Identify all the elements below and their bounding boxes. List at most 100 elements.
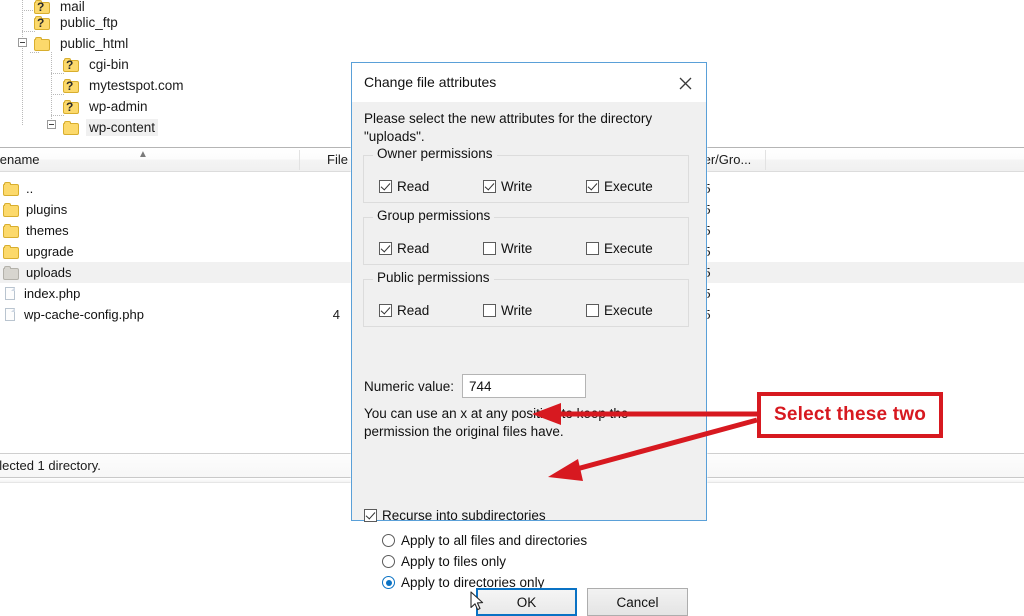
file-name-label: plugins (26, 202, 68, 217)
public-permissions-group: Public permissions Read Write Execute (363, 270, 689, 327)
folder-icon: ? (3, 265, 20, 280)
folder-icon: ? (3, 202, 20, 217)
checkbox-group-execute[interactable]: Execute (586, 241, 653, 256)
file-icon (3, 286, 18, 301)
folder-icon: ? (3, 223, 20, 238)
radio-apply-to-all-files-and-directories[interactable]: Apply to all files and directories (382, 530, 587, 551)
checkbox-box[interactable] (364, 509, 377, 522)
radio-button[interactable] (382, 576, 395, 589)
folder-icon: ? (63, 120, 80, 135)
file-name-cell: ? plugins (3, 202, 67, 217)
checkbox-box[interactable] (586, 304, 599, 317)
dialog-body: Please select the new attributes for the… (352, 102, 706, 616)
checkbox-public-write[interactable]: Write (483, 303, 532, 318)
file-name-cell: index.php (3, 286, 80, 301)
checkbox-box[interactable] (379, 242, 392, 255)
tree-item-label: cgi-bin (89, 57, 129, 72)
numeric-value-row: Numeric value: (364, 374, 587, 398)
status-bar-text: elected 1 directory. (0, 458, 101, 473)
directory-tree[interactable]: ? mail ? public_ftp ? public_html ? cgi-… (0, 0, 340, 140)
file-name-cell: ? uploads (3, 265, 72, 280)
tree-item-cgi-bin[interactable]: ? cgi-bin (63, 54, 132, 75)
folder-unknown-icon: ? (34, 15, 51, 30)
checkbox-box[interactable] (379, 304, 392, 317)
checkbox-public-execute[interactable]: Execute (586, 303, 653, 318)
tree-expander-public-html[interactable] (18, 38, 27, 47)
public-permissions-row: Read Write Execute (364, 303, 688, 323)
tree-item-label: wp-content (86, 119, 159, 136)
checkbox-box[interactable] (483, 304, 496, 317)
checkbox-box[interactable] (483, 180, 496, 193)
radio-label: Apply to all files and directories (401, 533, 588, 548)
group-permissions-row: Read Write Execute (364, 241, 688, 261)
tree-item-public-html[interactable]: ? public_html (34, 33, 131, 54)
file-name-cell: wp-cache-config.php (3, 307, 144, 322)
checkbox-label: Read (397, 241, 430, 256)
radio-button[interactable] (382, 555, 395, 568)
owner-permissions-row: Read Write Execute (364, 179, 688, 199)
tree-item-label: public_ftp (60, 15, 118, 30)
folder-unknown-icon: ? (63, 57, 80, 72)
folder-unknown-icon: ? (63, 99, 80, 114)
dialog-instruction-text: Please select the new attributes for the… (364, 111, 653, 144)
file-icon (3, 307, 18, 322)
radio-apply-to-files-only[interactable]: Apply to files only (382, 551, 587, 572)
checkbox-label: Recurse into subdirectories (382, 508, 546, 523)
checkbox-label: Execute (604, 179, 653, 194)
dialog-title: Change file attributes (364, 74, 497, 90)
radio-button[interactable] (382, 534, 395, 547)
checkbox-label: Execute (604, 303, 653, 318)
checkbox-box[interactable] (586, 242, 599, 255)
group-legend: Public permissions (373, 270, 494, 285)
checkbox-owner-execute[interactable]: Execute (586, 179, 653, 194)
checkbox-label: Read (397, 303, 430, 318)
dialog-title-bar: Change file attributes (352, 63, 706, 102)
file-size-cell: 4 (332, 307, 340, 322)
numeric-value-input[interactable] (462, 374, 587, 398)
file-name-label: themes (26, 223, 69, 238)
tree-item-public-ftp[interactable]: ? public_ftp (34, 12, 121, 33)
checkbox-label: Write (501, 241, 533, 256)
tree-item-label: public_html (60, 36, 129, 51)
annotation-callout: Select these two (757, 392, 943, 438)
file-name-label: upgrade (26, 244, 74, 259)
checkbox-owner-read[interactable]: Read (379, 179, 429, 194)
checkbox-group-write[interactable]: Write (483, 241, 532, 256)
column-divider[interactable] (299, 150, 300, 170)
file-name-label: uploads (26, 265, 72, 280)
tree-item-wp-content[interactable]: ? wp-content (63, 117, 159, 138)
radio-label: Apply to files only (401, 554, 507, 569)
tree-expander-wp-content[interactable] (47, 120, 56, 129)
folder-unknown-icon: ? (63, 78, 80, 93)
group-legend: Group permissions (373, 208, 495, 223)
tree-guide-line (22, 0, 23, 125)
filezilla-window: ? mail ? public_ftp ? public_html ? cgi-… (0, 0, 1024, 616)
group-legend: Owner permissions (373, 146, 497, 161)
checkbox-recurse-into-subdirectories[interactable]: Recurse into subdirectories (364, 508, 546, 523)
ok-button[interactable]: OK (476, 588, 577, 616)
annotation-text: Select these two (773, 404, 927, 425)
checkbox-group-read[interactable]: Read (379, 241, 429, 256)
folder-icon: ? (3, 244, 20, 259)
tree-item-mytestspot-com[interactable]: ? mytestspot.com (63, 75, 187, 96)
column-header-filename[interactable]: ilename (0, 152, 40, 167)
sort-ascending-icon: ▲ (138, 149, 148, 160)
file-name-cell: ? .. (3, 181, 33, 196)
tree-item-label: wp-admin (89, 99, 148, 114)
checkbox-box[interactable] (483, 242, 496, 255)
change-file-attributes-dialog: Change file attributes Please select the… (351, 62, 707, 616)
checkbox-public-read[interactable]: Read (379, 303, 429, 318)
column-divider[interactable] (765, 150, 766, 170)
cancel-button[interactable]: Cancel (587, 588, 688, 616)
numeric-value-label: Numeric value: (364, 378, 455, 394)
tree-item-label: mytestspot.com (89, 78, 184, 93)
checkbox-box[interactable] (586, 180, 599, 193)
file-name-label: index.php (24, 286, 81, 301)
file-name-label: wp-cache-config.php (24, 307, 144, 322)
checkbox-owner-write[interactable]: Write (483, 179, 532, 194)
close-icon[interactable] (670, 71, 700, 95)
folder-icon: ? (3, 181, 20, 196)
tree-item-wp-admin[interactable]: ? wp-admin (63, 96, 151, 117)
column-header-filesize[interactable]: File (327, 152, 348, 167)
checkbox-box[interactable] (379, 180, 392, 193)
